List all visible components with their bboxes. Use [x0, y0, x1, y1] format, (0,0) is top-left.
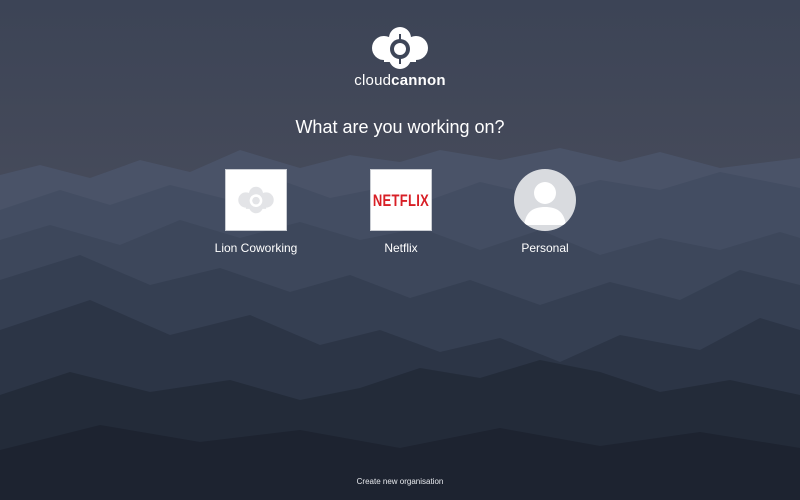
user-avatar-icon [524, 182, 566, 225]
org-option-personal[interactable]: Personal [475, 169, 615, 255]
brand-logo: cloudcannon [0, 26, 800, 89]
netflix-logo-icon: NETFLIX [372, 190, 430, 210]
org-option-lion-coworking[interactable]: Lion Coworking [186, 169, 326, 255]
create-organisation-link[interactable]: Create new organisation [0, 477, 800, 486]
brand-name-light: cloud [354, 72, 392, 89]
org-tile[interactable] [514, 169, 576, 231]
brand-name: cloudcannon [0, 72, 800, 89]
org-tile[interactable]: NETFLIX [370, 169, 432, 231]
cloudcannon-logo-icon [238, 186, 274, 214]
page-heading: What are you working on? [295, 117, 505, 137]
org-label: Netflix [384, 241, 418, 255]
cloudcannon-logo-icon [372, 27, 428, 69]
org-label: Personal [521, 241, 569, 255]
org-label: Lion Coworking [214, 241, 298, 255]
org-option-netflix[interactable]: NETFLIX Netflix [331, 169, 471, 255]
org-tile[interactable] [225, 169, 287, 231]
brand-name-bold: cannon [391, 72, 446, 89]
